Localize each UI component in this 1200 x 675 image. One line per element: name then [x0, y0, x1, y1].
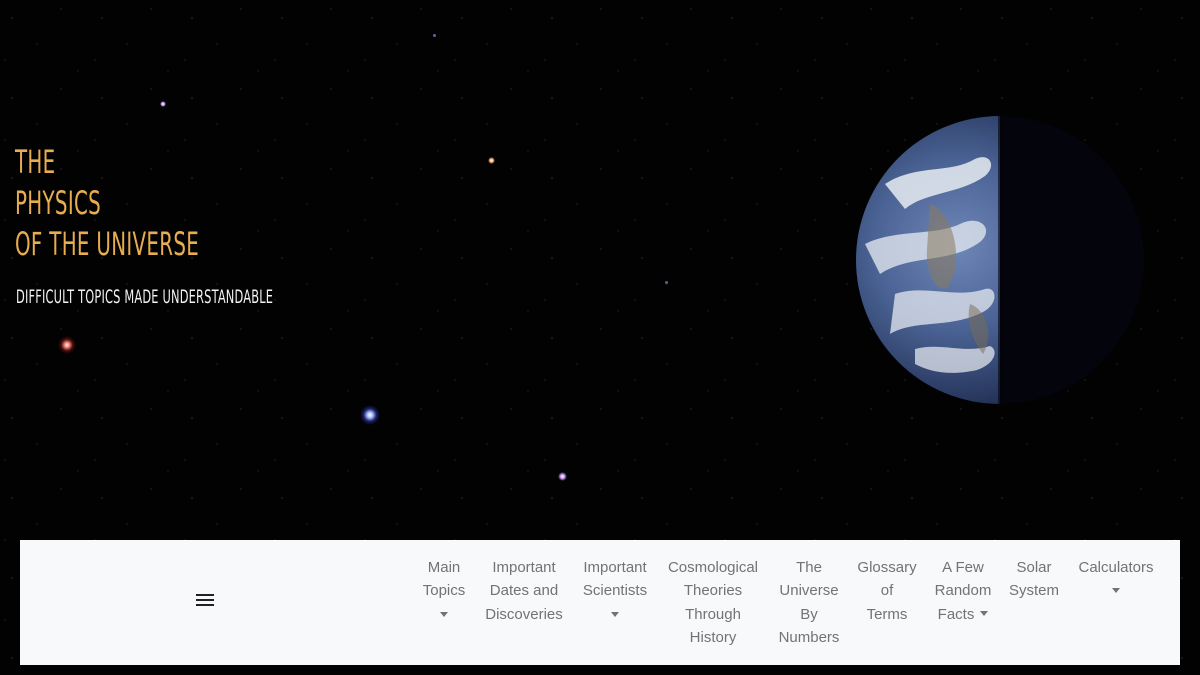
nav-item-label-line: Calculators [1078, 559, 1154, 576]
star-purple-2 [558, 472, 567, 481]
star-red-1 [58, 336, 76, 354]
nav-important-dates-discoveries[interactable]: Important Dates and Discoveries [480, 556, 568, 626]
nav-random-facts-dropdown[interactable]: A Few Random Facts [930, 556, 996, 626]
star-blue-1 [360, 405, 380, 425]
nav-universe-by-numbers[interactable]: The Universe By Numbers [774, 556, 844, 650]
nav-glossary-of-terms[interactable]: Glossary of Terms [853, 556, 921, 626]
nav-item-label-line: A Few [942, 559, 984, 576]
caret-down-icon [1112, 588, 1120, 594]
nav-item-label-line: Universe [779, 582, 839, 600]
nav-item-label-line: Important [583, 559, 647, 576]
nav-item-label-line: Terms [866, 605, 908, 623]
nav-item-label-line: Solar [1016, 559, 1052, 576]
nav-item-label-line: Dates and [489, 582, 559, 600]
site-tagline: DIFFICULT TOPICS MADE UNDERSTANDABLE [16, 286, 274, 308]
nav-item-label-line: Facts [937, 605, 975, 623]
site-title-line-1: THE [15, 143, 56, 181]
nav-item-label-line: Glossary [857, 559, 917, 576]
nav-item-label-line: Random [934, 582, 992, 600]
nav-item-label-line: Topics [422, 582, 466, 600]
star-purple-1 [160, 101, 166, 107]
nav-item-label-line: By [800, 605, 818, 623]
nav-item-label-line: System [1008, 582, 1059, 600]
nav-item-label-line: Theories [683, 582, 743, 600]
navbar-toggler-button[interactable] [196, 592, 216, 608]
star-faint-1 [665, 281, 668, 284]
nav-item-label-line: of [880, 582, 894, 600]
nav-main-topics-dropdown[interactable]: Main Topics [420, 556, 468, 617]
hamburger-menu-icon-bar [196, 599, 214, 601]
site-title: THE PHYSICS OF THE UNIVERSE [15, 142, 199, 265]
nav-item-label-line: Discoveries [485, 605, 563, 623]
nav-item-label-line: Important [492, 559, 556, 576]
nav-item-label-line: Cosmological [667, 559, 759, 576]
nav-item-label-line: Main [427, 559, 461, 576]
star-orange-1 [488, 157, 495, 164]
hamburger-menu-icon [196, 594, 214, 596]
caret-down-icon [440, 611, 448, 617]
caret-down-icon [611, 611, 619, 617]
hamburger-menu-icon-bar [196, 604, 214, 606]
nav-important-scientists-dropdown[interactable]: Important Scientists [577, 556, 653, 617]
caret-down-icon [980, 610, 989, 616]
nav-item-label-line: History [689, 629, 737, 647]
nav-item-label-line: Numbers [778, 629, 840, 647]
nav-solar-system[interactable]: Solar System [1004, 556, 1064, 603]
nav-item-label-line: Through [685, 605, 741, 623]
nav-cosmological-theories-history[interactable]: Cosmological Theories Through History [662, 556, 764, 650]
star-faint-2 [433, 34, 436, 37]
site-title-line-2: PHYSICS [15, 184, 102, 222]
site-title-line-3: OF THE UNIVERSE [15, 225, 200, 263]
nav-item-label-line: The [796, 559, 822, 576]
earth-half-lit-image [856, 114, 1144, 406]
nav-item-label-line: Scientists [582, 582, 648, 600]
nav-calculators-dropdown[interactable]: Calculators [1072, 556, 1160, 594]
